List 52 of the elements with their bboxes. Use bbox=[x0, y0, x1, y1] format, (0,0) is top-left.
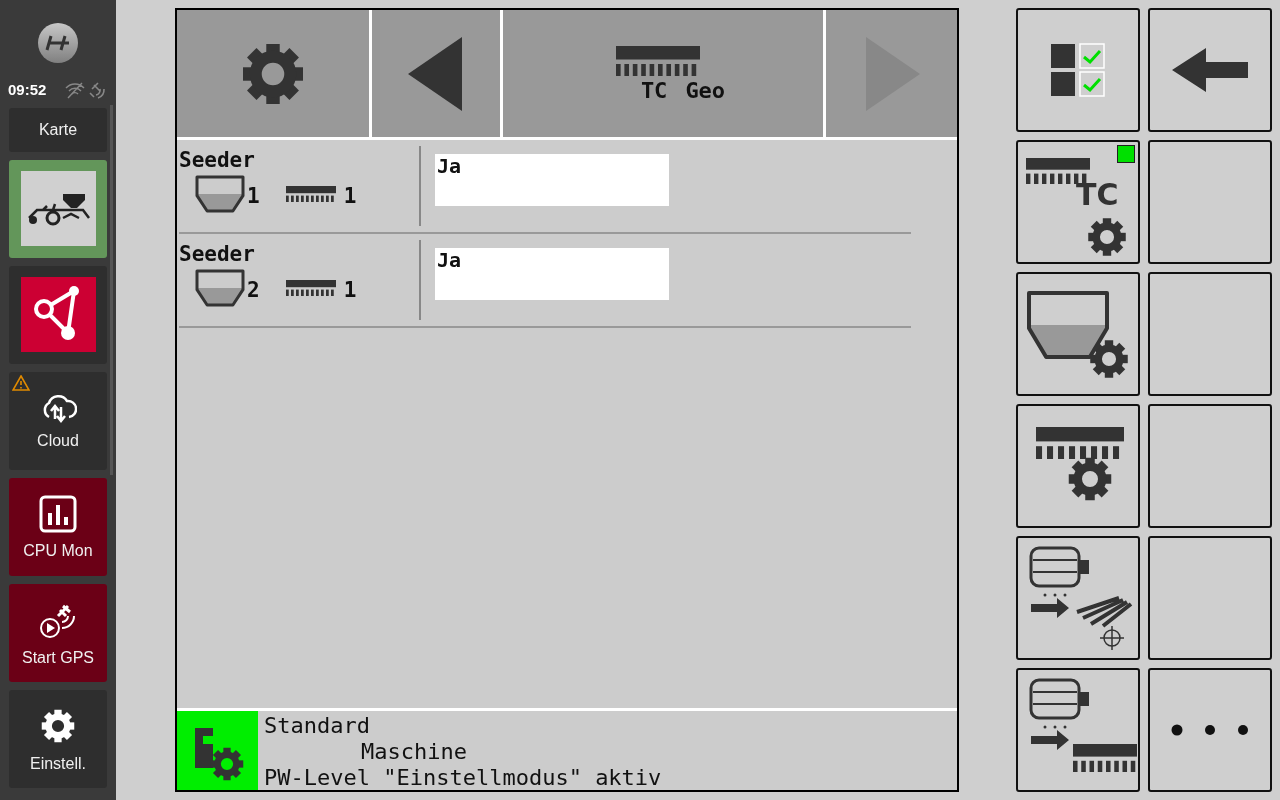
status-text: PW-Level "Einstellmodus" aktiv bbox=[264, 765, 662, 791]
row-label: Seeder bbox=[179, 244, 256, 265]
clock: 09:52 bbox=[8, 80, 47, 100]
softkey[interactable] bbox=[1148, 668, 1272, 792]
empty-softkey[interactable] bbox=[1148, 404, 1272, 528]
tank-number: 2 bbox=[247, 277, 260, 305]
more-icon bbox=[1170, 723, 1250, 737]
sidebar-app-tile[interactable]: Karte bbox=[9, 107, 107, 152]
softkey[interactable]: TC bbox=[1016, 140, 1140, 264]
softkey[interactable] bbox=[1016, 404, 1140, 528]
sidebar-app-tile[interactable]: Einstell. bbox=[9, 689, 107, 788]
previous-button[interactable] bbox=[372, 10, 500, 137]
checklist-icon bbox=[1049, 42, 1107, 98]
network-graph-icon bbox=[20, 277, 96, 352]
signal-status-icons bbox=[64, 81, 108, 100]
bar-chart-icon bbox=[39, 494, 77, 533]
page-title: Geo bbox=[685, 79, 726, 102]
tank-number: 1 bbox=[247, 183, 260, 211]
sidebar-app-tile[interactable]: Start GPS bbox=[9, 583, 107, 682]
tank-icon bbox=[195, 269, 245, 307]
empty-softkey[interactable] bbox=[1148, 536, 1272, 660]
seeder-machine-icon bbox=[20, 171, 96, 246]
softkey[interactable] bbox=[1148, 8, 1272, 132]
sidebar-app-tile[interactable]: CPU Mon bbox=[9, 477, 107, 576]
value-field[interactable]: Ja bbox=[435, 154, 669, 206]
empty-softkey[interactable] bbox=[1148, 272, 1272, 396]
softkey[interactable] bbox=[1016, 272, 1140, 396]
boom-icon bbox=[285, 186, 336, 202]
left-triangle-icon bbox=[408, 36, 464, 111]
boom-icon bbox=[285, 280, 336, 296]
sidebar-app-tile[interactable] bbox=[9, 265, 107, 364]
status-text: Maschine bbox=[360, 739, 468, 765]
boom-icon bbox=[616, 45, 700, 76]
value-field[interactable]: Ja bbox=[435, 248, 669, 300]
row-label: Seeder bbox=[179, 150, 256, 171]
back-arrow-icon bbox=[1172, 48, 1248, 92]
brand-logo bbox=[38, 23, 78, 63]
tank-icon bbox=[195, 175, 245, 213]
softkey[interactable] bbox=[1016, 536, 1140, 660]
empty-softkey[interactable] bbox=[1148, 140, 1272, 264]
boom-icon bbox=[1026, 158, 1090, 184]
page-title: TC bbox=[640, 79, 668, 102]
section-number: 1 bbox=[343, 277, 357, 305]
gear-icon bbox=[1086, 216, 1128, 258]
softkey[interactable] bbox=[1016, 8, 1140, 132]
section-number: 1 bbox=[343, 183, 357, 211]
machine-settings-icon bbox=[177, 711, 258, 790]
status-text: Standard bbox=[264, 713, 371, 739]
settings-button[interactable] bbox=[177, 10, 369, 137]
softkey[interactable] bbox=[1016, 668, 1140, 792]
sidebar-app-tile[interactable]: Cloud bbox=[9, 371, 107, 470]
sidebar-app-tile[interactable] bbox=[9, 159, 107, 258]
